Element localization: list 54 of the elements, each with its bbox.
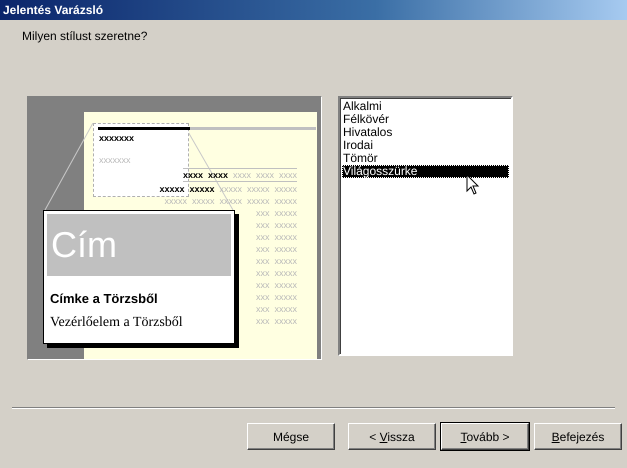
control-sample: Vezérlőelem a Törzsből	[50, 315, 184, 331]
list-item[interactable]: Alkalmi	[342, 100, 509, 113]
placeholder-text: xxxxx	[274, 280, 297, 290]
placeholder-text: xxxxx	[274, 292, 297, 302]
placeholder-text: xxxxx	[274, 184, 297, 194]
placeholder-text: xxxxx	[192, 196, 214, 206]
prompt-text: Milyen stílust szeretne?	[22, 29, 148, 43]
label-sample: Címke a Törzsből	[50, 291, 159, 306]
placeholder-text: xxxxx	[274, 220, 297, 230]
placeholder-text: xxx	[256, 280, 270, 290]
placeholder-text: xxxxx	[274, 208, 297, 218]
placeholder-text: xxxxxxx	[99, 133, 134, 143]
placeholder-text: xxx	[256, 316, 270, 326]
list-item[interactable]: Hivatalos	[342, 126, 509, 139]
placeholder-text: xxx	[256, 304, 270, 314]
placeholder-text: xxxxx	[247, 196, 270, 206]
dialog-button[interactable]: Mégse	[247, 423, 335, 450]
placeholder-text: xxxxx	[274, 304, 297, 314]
placeholder-text: xxxx	[256, 170, 274, 180]
placeholder-text: xxx	[256, 232, 270, 242]
placeholder-text: xxx	[256, 220, 270, 230]
placeholder-text: xxx	[256, 244, 270, 254]
placeholder-text: xxxxx	[274, 244, 297, 254]
list-item[interactable]: Félkövér	[342, 113, 509, 126]
placeholder-text: xxx	[256, 208, 270, 218]
placeholder-text: xxxxx	[164, 196, 187, 206]
placeholder-text: xxxxx	[274, 256, 297, 266]
dialog-button[interactable]: Befejezés	[534, 423, 622, 450]
placeholder-text: xxxx	[279, 170, 297, 180]
style-list[interactable]: Alkalmi Félkövér Hivatalos Irodai Tömör Világosszürke	[338, 96, 513, 356]
placeholder-text: xxxxx	[247, 184, 270, 194]
window-title: Jelentés Varázsló	[0, 0, 627, 20]
placeholder-text: xxxx	[208, 170, 228, 180]
dialog-button[interactable]: Tovább >	[441, 423, 529, 450]
placeholder-text: xxxxx	[274, 268, 297, 278]
placeholder-text: xxxxxxx	[99, 155, 130, 165]
placeholder-text: xxxx	[233, 170, 251, 180]
title-sample: Cím	[47, 214, 231, 276]
placeholder-text: xxxxx	[159, 184, 184, 194]
list-item[interactable]: Világosszürke	[342, 165, 509, 178]
list-item[interactable]: Tömör	[342, 152, 509, 165]
placeholder-text: xxxxx	[220, 184, 242, 194]
dialog-button[interactable]: < Vissza	[348, 423, 436, 450]
placeholder-text: xxxxx	[274, 232, 297, 242]
mouse-pointer-icon	[466, 174, 480, 196]
placeholder-text: xxxx	[182, 170, 203, 180]
placeholder-text: xxxxx	[274, 196, 297, 206]
placeholder-text: xxx	[256, 256, 270, 266]
placeholder-text: xxx	[256, 268, 270, 278]
placeholder-text: xxx	[256, 292, 270, 302]
placeholder-text: xxxxx	[189, 184, 214, 194]
list-item[interactable]: Irodai	[342, 139, 509, 152]
placeholder-text: xxxxx	[274, 316, 297, 326]
placeholder-text: xxxxx	[220, 196, 242, 206]
